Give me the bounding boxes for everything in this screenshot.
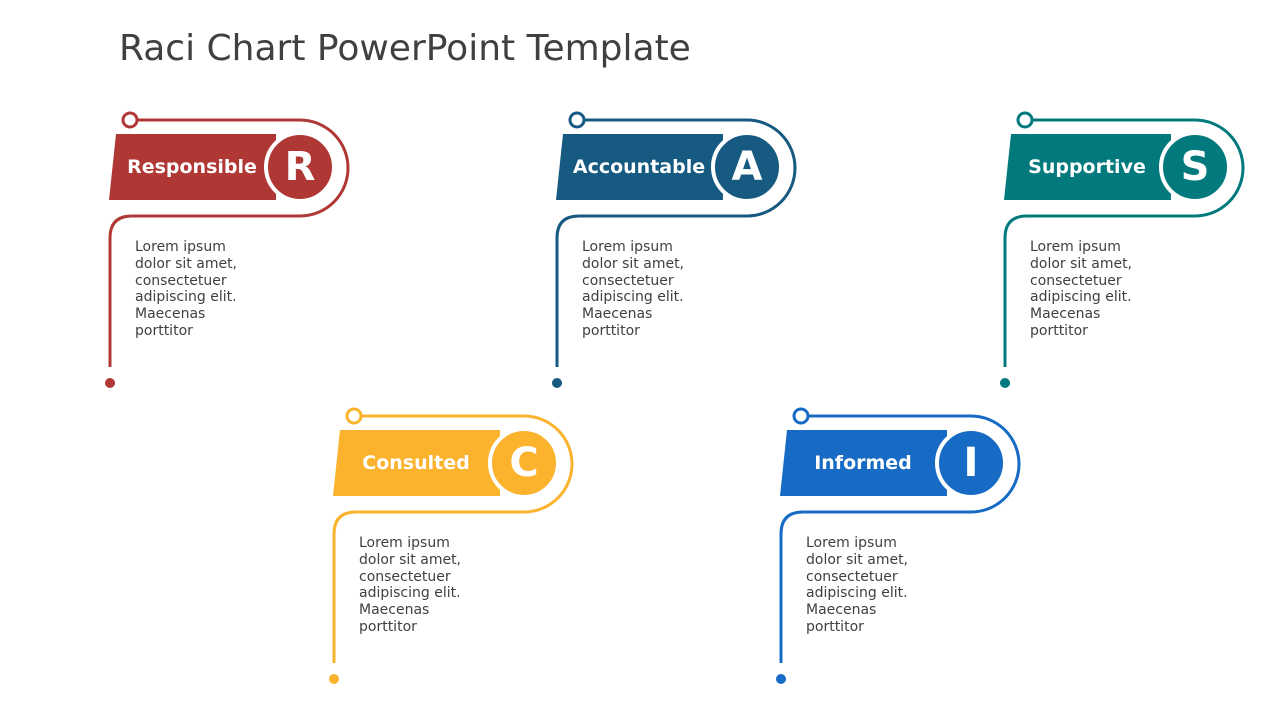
raci-card-responsible: Responsible R Lorem ipsum dolor sit amet, …: [105, 105, 370, 395]
role-letter: S: [1180, 144, 1210, 190]
raci-card-supportive: Supportive S Lorem ipsum dolor sit amet, c…: [1000, 105, 1265, 395]
role-description: Lorem ipsum dolor sit amet, consectetuer…: [1030, 239, 1133, 339]
slide-title: Raci Chart PowerPoint Template: [119, 28, 691, 69]
start-ring-icon: [345, 407, 363, 425]
role-letter: I: [963, 440, 979, 486]
raci-card-accountable: Accountable A Lorem ipsum dolor sit amet, …: [552, 105, 817, 395]
role-letter: A: [731, 144, 763, 190]
role-label: Responsible: [127, 156, 257, 178]
role-label: Consulted: [362, 452, 470, 474]
role-description: Lorem ipsum dolor sit amet, consectetuer…: [582, 239, 685, 339]
end-dot-icon: [776, 674, 786, 684]
end-dot-icon: [329, 674, 339, 684]
raci-card-informed: Informed I Lorem ipsum dolor sit amet, con…: [776, 401, 1041, 691]
role-description: Lorem ipsum dolor sit amet, consectetuer…: [806, 535, 909, 635]
role-label: Supportive: [1028, 156, 1146, 178]
start-ring-icon: [792, 407, 810, 425]
role-description: Lorem ipsum dolor sit amet, consectetuer…: [359, 535, 462, 635]
role-label: Informed: [814, 452, 912, 474]
end-dot-icon: [552, 378, 562, 388]
start-ring-icon: [121, 111, 139, 129]
role-letter: R: [284, 144, 316, 190]
start-ring-icon: [1016, 111, 1034, 129]
end-dot-icon: [105, 378, 115, 388]
end-dot-icon: [1000, 378, 1010, 388]
role-letter: C: [509, 440, 539, 486]
raci-card-consulted: Consulted C Lorem ipsum dolor sit amet, co…: [329, 401, 594, 691]
start-ring-icon: [568, 111, 586, 129]
role-description: Lorem ipsum dolor sit amet, consectetuer…: [135, 239, 238, 339]
role-label: Accountable: [572, 156, 706, 178]
